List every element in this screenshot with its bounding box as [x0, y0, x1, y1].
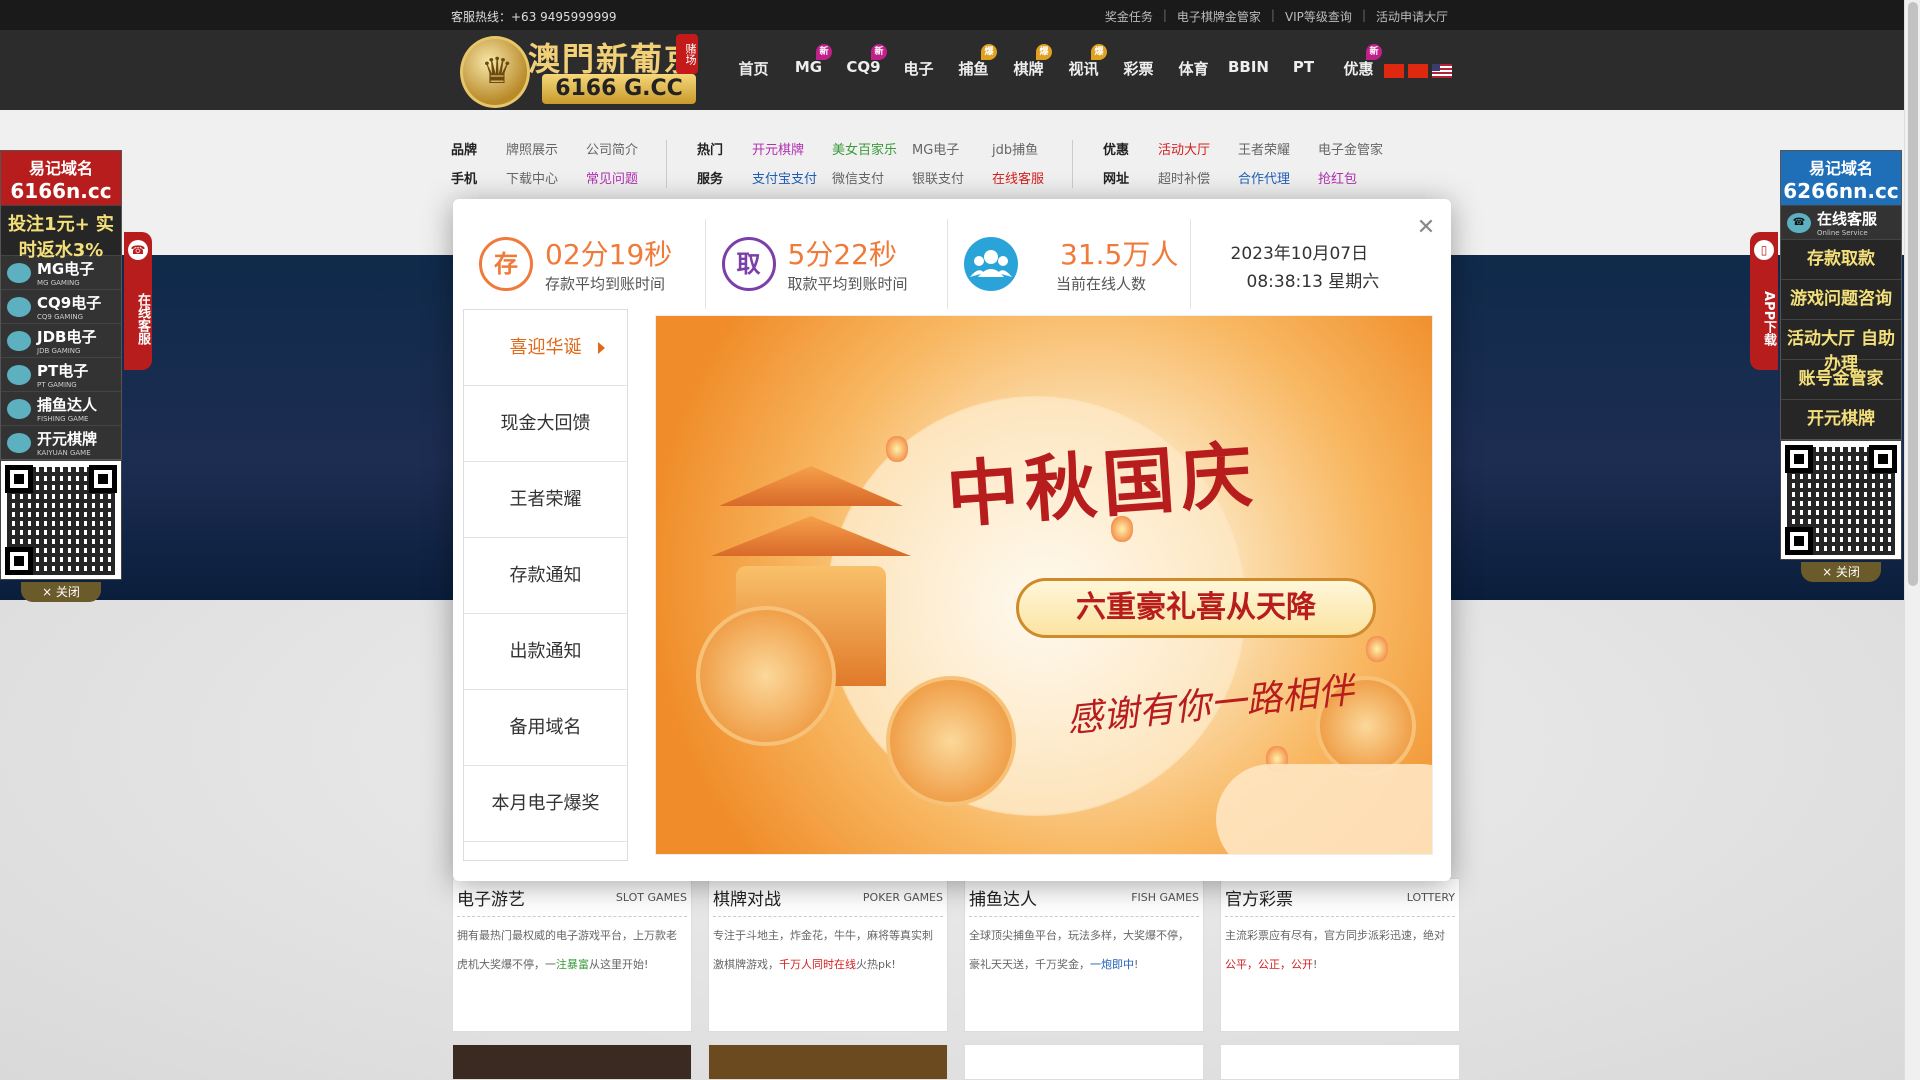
promo-title: 中秋国庆: [943, 431, 1262, 538]
modal-overlay: ✕ 存 02分19秒 存款平均到账时间 取 5分22秒 取款平均到账时间 31.…: [0, 0, 1904, 1080]
announcement-tab[interactable]: 出款通知: [464, 614, 627, 690]
lantern-icon: [1366, 636, 1388, 662]
announcement-tab[interactable]: 备用域名: [464, 690, 627, 766]
users-icon: [964, 237, 1019, 291]
mooncake-graphic: [886, 676, 1016, 806]
announcement-tab[interactable]: 存款通知: [464, 538, 627, 614]
lantern-icon: [886, 436, 908, 462]
stat-value: 31.5万人: [1060, 238, 1179, 271]
withdraw-icon: 取: [721, 237, 776, 291]
promo-banner[interactable]: 中秋国庆 六重豪礼喜从天降 感谢有你一路相伴: [655, 315, 1433, 855]
scrollbar-thumb[interactable]: [1908, 2, 1918, 586]
promo-ribbon: 六重豪礼喜从天降: [1016, 578, 1376, 638]
page-scrollbar[interactable]: [1904, 0, 1920, 1080]
stat-value: 5分22秒: [787, 238, 897, 271]
stat-value: 02分19秒: [545, 238, 673, 271]
stat-label: 当前在线人数: [1056, 275, 1147, 293]
stat-label: 存款平均到账时间: [545, 275, 666, 293]
stat-online: 31.5万人 当前在线人数: [948, 219, 1191, 309]
stat-label: 取款平均到账时间: [787, 275, 908, 293]
current-time: 08:38:13 星期六: [1246, 272, 1380, 292]
announcement-tab[interactable]: 喜迎华诞: [464, 310, 627, 386]
announcement-tab[interactable]: 王者荣耀: [464, 462, 627, 538]
stats-bar: 存 02分19秒 存款平均到账时间 取 5分22秒 取款平均到账时间 31.5万…: [463, 219, 1433, 309]
stat-datetime: 2023年10月07日 08:38:13 星期六: [1191, 219, 1433, 309]
deposit-icon: 存: [479, 237, 533, 291]
announcement-tab[interactable]: 本月电子爆奖: [464, 766, 627, 842]
cloud-graphic: [1216, 764, 1432, 854]
announcement-modal: ✕ 存 02分19秒 存款平均到账时间 取 5分22秒 取款平均到账时间 31.…: [453, 199, 1451, 881]
announcement-tab[interactable]: 现金大回馈: [464, 386, 627, 462]
mooncake-graphic: [696, 606, 836, 746]
announcement-tabs: 喜迎华诞 现金大回馈 王者荣耀 存款通知 出款通知 备用域名 本月电子爆奖: [463, 309, 628, 861]
stat-withdraw: 取 5分22秒 取款平均到账时间: [706, 219, 949, 309]
stat-deposit: 存 02分19秒 存款平均到账时间: [463, 219, 706, 309]
current-date: 2023年10月07日: [1230, 244, 1369, 264]
